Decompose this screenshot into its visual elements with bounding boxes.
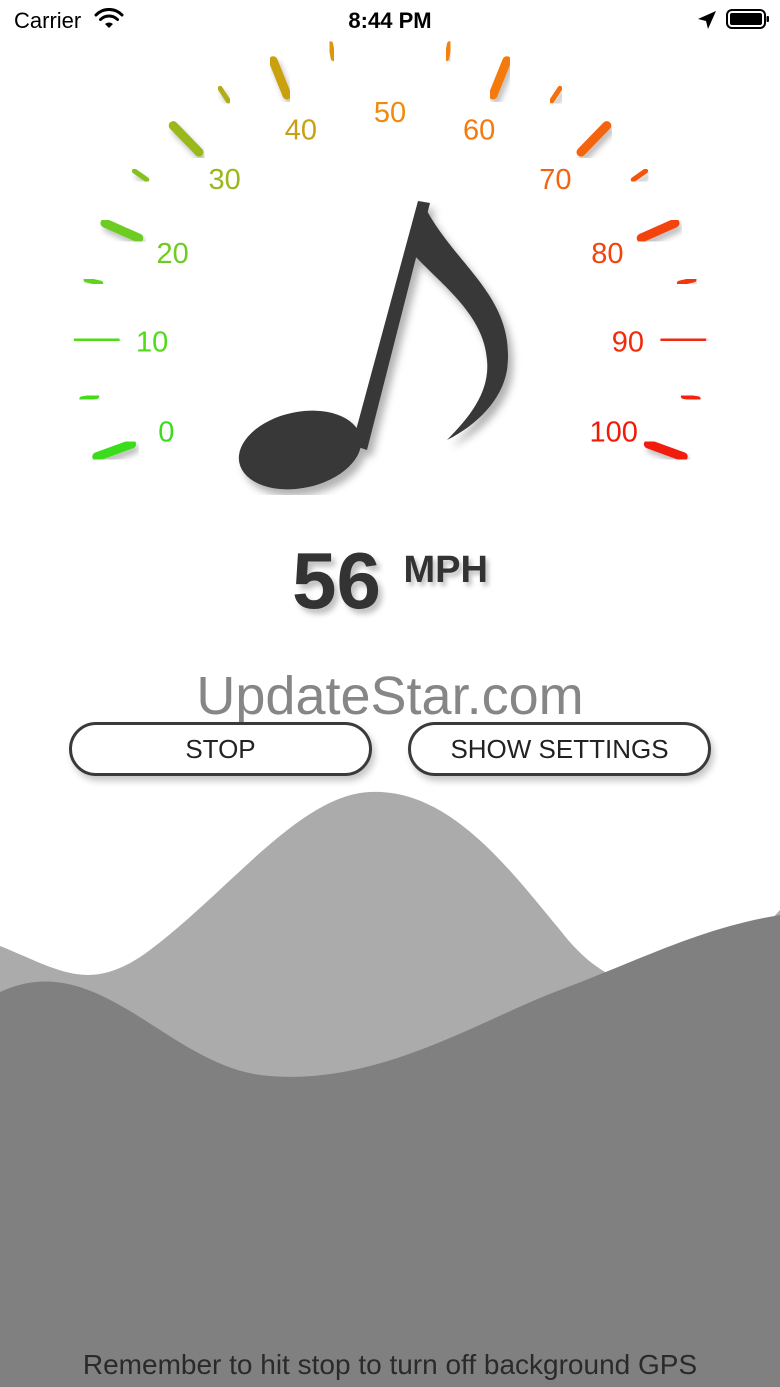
gauge-minor-tick <box>676 277 697 286</box>
gauge-major-tick <box>636 218 680 243</box>
gauge-minor-tick <box>444 41 453 61</box>
gauge-major-tick <box>488 56 512 100</box>
gauge-minor-tick <box>630 168 649 183</box>
gauge-minor-tick <box>680 393 701 402</box>
gauge-major-tick <box>643 439 688 462</box>
speed-unit: MPH <box>403 549 488 591</box>
speed-readout: 56 MPH <box>0 535 780 625</box>
gauge-minor-tick <box>79 393 100 402</box>
gauge-major-tick <box>660 334 707 345</box>
gauge-tick-label: 10 <box>136 327 168 359</box>
gauge-major-tick <box>73 334 120 345</box>
gauge-tick-label: 60 <box>463 114 495 146</box>
gauge-tick-label: 20 <box>156 238 188 270</box>
music-note-icon <box>238 201 509 490</box>
gauge-minor-tick <box>83 277 104 286</box>
gauge-tick-label: 80 <box>591 238 623 270</box>
gauge-major-tick <box>576 121 612 157</box>
gauge-major-tick <box>268 56 292 100</box>
show-settings-button[interactable]: SHOW SETTINGS <box>408 722 711 776</box>
gauge-tick-label: 70 <box>539 164 571 196</box>
speed-value: 56 <box>292 536 382 625</box>
gauge-major-tick <box>92 439 137 462</box>
gauge-major-tick <box>100 218 144 243</box>
gauge-minor-tick <box>217 85 231 104</box>
gauge-tick-label: 0 <box>158 416 174 448</box>
gauge-minor-tick <box>327 41 336 61</box>
gauge-tick-label: 40 <box>285 114 317 146</box>
watermark: UpdateStar.com <box>196 666 584 726</box>
stop-button[interactable]: STOP <box>69 722 372 776</box>
gauge-tick-label: 90 <box>612 327 644 359</box>
gauge-tick-label: 50 <box>374 97 406 129</box>
wave-background <box>0 791 780 1387</box>
gauge-minor-tick <box>549 85 563 104</box>
gauge-tick-label: 30 <box>209 164 241 196</box>
gauge-major-tick <box>168 121 204 157</box>
gauge-tick-label: 100 <box>589 416 637 448</box>
footer-reminder: Remember to hit stop to turn off backgro… <box>82 1349 698 1380</box>
gauge-minor-tick <box>131 168 150 183</box>
